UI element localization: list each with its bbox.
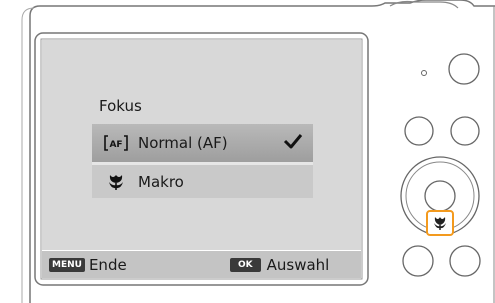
mode-button[interactable]	[448, 53, 480, 85]
function-button[interactable]	[402, 245, 434, 277]
footer-ok-hint[interactable]: OK Auswahl	[230, 256, 329, 274]
delete-button[interactable]	[449, 245, 481, 277]
ok-hint-label: Auswahl	[266, 256, 330, 274]
checkmark-icon	[283, 132, 303, 154]
menu-title-text: Fokus	[99, 97, 142, 115]
menu-item-normal-af[interactable]: AF Normal (AF)	[92, 124, 313, 162]
menu-title: Fokus	[92, 88, 313, 124]
menu-key-badge: MENU	[49, 258, 85, 272]
footer-menu-hint[interactable]: MENU Ende	[49, 256, 127, 274]
playback-button[interactable]	[404, 116, 434, 146]
menu-item-label: Makro	[138, 172, 184, 191]
menu-hint-label: Ende	[88, 256, 127, 274]
camera-diagram: Fokus AF Normal (AF) Makro MENU Ende OK …	[0, 0, 495, 303]
ok-key-badge: OK	[230, 258, 261, 272]
menu-item-makro[interactable]: Makro	[92, 165, 313, 198]
focus-menu: Fokus AF Normal (AF) Makro	[92, 88, 313, 198]
af-icon-text: AF	[109, 140, 122, 150]
macro-flower-icon	[102, 173, 130, 191]
ok-button[interactable]	[424, 180, 456, 212]
menu-item-label: Normal (AF)	[138, 134, 228, 152]
menu-button[interactable]	[450, 116, 480, 146]
screen-footer: MENU Ende OK Auswahl	[42, 250, 361, 278]
af-icon: AF	[102, 134, 130, 152]
indicator-lamp-icon	[421, 70, 427, 76]
